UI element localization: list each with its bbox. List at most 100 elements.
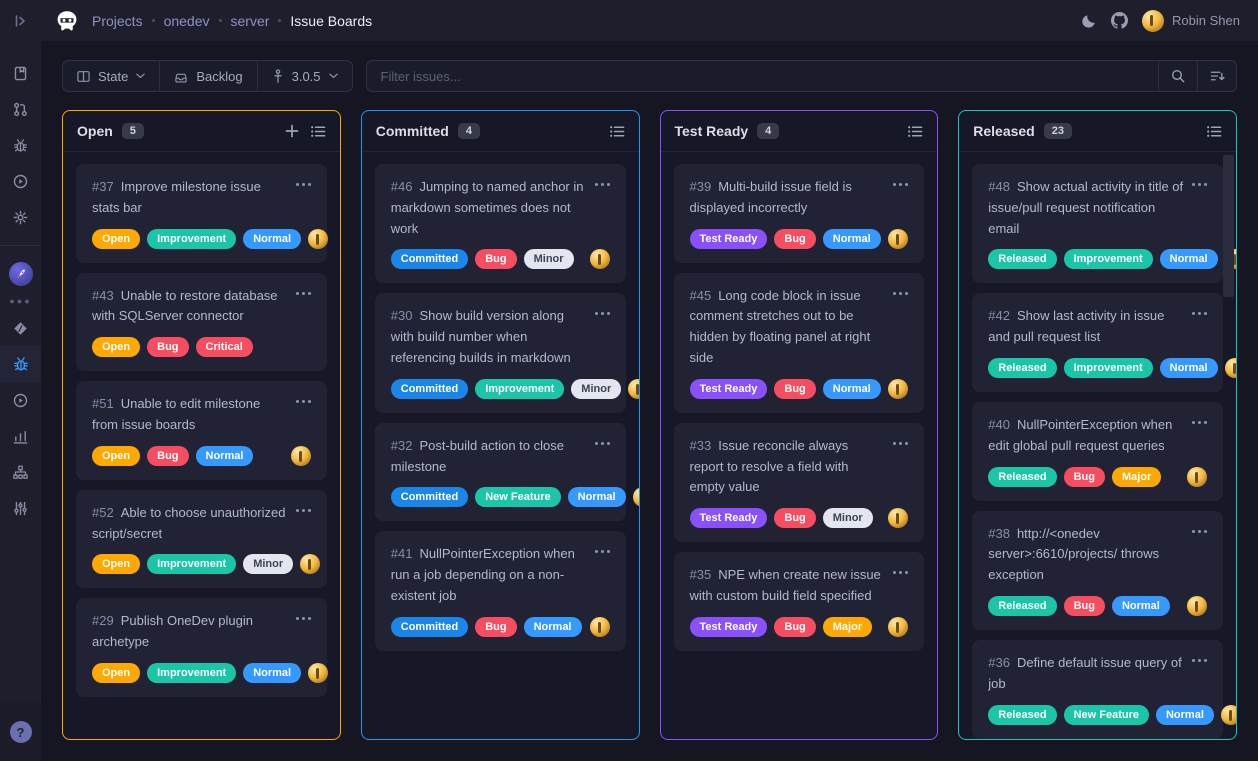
card-more-icon[interactable] <box>885 565 908 578</box>
left-rail: ●●● ? <box>0 0 41 761</box>
help-button[interactable]: ? <box>10 721 32 743</box>
label-pill-committed: Committed <box>391 617 468 637</box>
add-card-icon[interactable] <box>285 124 299 138</box>
user-menu[interactable]: Robin Shen <box>1142 10 1240 32</box>
label-pill-open: Open <box>92 663 140 683</box>
label-pill-test-ready: Test Ready <box>690 617 768 637</box>
issue-number: #45 <box>690 288 712 303</box>
label-pill-open: Open <box>92 446 140 466</box>
rail-item-project-builds[interactable] <box>0 382 41 418</box>
card-more-icon[interactable] <box>1184 177 1207 190</box>
filter-issues-input[interactable] <box>367 61 1158 91</box>
card-more-icon[interactable] <box>288 394 311 407</box>
assignee-avatar <box>888 379 908 399</box>
card-labels: ReleasedNew FeatureNormal <box>988 705 1207 725</box>
issue-number: #37 <box>92 179 114 194</box>
column-count-badge: 4 <box>757 123 779 139</box>
issue-card-45[interactable]: #45Long code block in issue comment stre… <box>674 273 925 413</box>
column-title: Released <box>973 123 1034 139</box>
issue-number: #39 <box>690 179 712 194</box>
sort-button[interactable] <box>1197 61 1236 91</box>
column-menu-icon[interactable] <box>311 125 326 138</box>
card-more-icon[interactable] <box>885 177 908 190</box>
card-head: #32Post-build action to close milestone <box>391 436 610 478</box>
issue-number: #38 <box>988 526 1010 541</box>
column-menu-icon[interactable] <box>1207 125 1222 138</box>
breadcrumb-onedev[interactable]: onedev <box>164 13 210 29</box>
card-title: #40NullPointerException when edit global… <box>988 415 1184 457</box>
breadcrumb-server[interactable]: server <box>231 13 270 29</box>
issue-card-36[interactable]: #36Define default issue query of job Rele… <box>972 640 1223 739</box>
issue-card-39[interactable]: #39Multi-build issue field is displayed … <box>674 164 925 263</box>
card-more-icon[interactable] <box>587 177 610 190</box>
rail-item-pull-requests[interactable] <box>0 91 41 127</box>
card-head: #29Publish OneDev plugin archetype <box>92 611 311 653</box>
card-more-icon[interactable] <box>587 544 610 557</box>
card-more-icon[interactable] <box>288 177 311 190</box>
issue-card-42[interactable]: #42Show last activity in issue and pull … <box>972 293 1223 392</box>
card-more-icon[interactable] <box>885 436 908 449</box>
github-icon[interactable] <box>1111 12 1128 29</box>
label-pill-released: Released <box>988 358 1056 378</box>
issue-card-51[interactable]: #51Unable to edit milestone from issue b… <box>76 381 327 480</box>
issue-card-29[interactable]: #29Publish OneDev plugin archetypeOpenIm… <box>76 598 327 697</box>
issue-card-46[interactable]: #46Jumping to named anchor in markdown s… <box>375 164 626 283</box>
column-scrollbar-thumb[interactable] <box>1223 155 1234 297</box>
issue-title: Unable to edit milestone from issue boar… <box>92 396 260 432</box>
card-more-icon[interactable] <box>288 286 311 299</box>
card-more-icon[interactable] <box>587 436 610 449</box>
issue-card-48[interactable]: #48Show actual activity in title of issu… <box>972 164 1223 283</box>
issue-card-43[interactable]: #43Unable to restore database with SQLSe… <box>76 273 327 372</box>
issue-card-37[interactable]: #37Improve milestone issue stats barOpen… <box>76 164 327 263</box>
issue-card-35[interactable]: #35NPE when create new issue with custom… <box>674 552 925 651</box>
card-more-icon[interactable] <box>288 611 311 624</box>
label-pill-bug: Bug <box>774 617 815 637</box>
issue-number: #36 <box>988 655 1010 670</box>
card-more-icon[interactable] <box>1184 653 1207 666</box>
rail-item-hierarchy[interactable] <box>0 454 41 490</box>
card-more-icon[interactable] <box>587 306 610 319</box>
issue-title: Define default issue query of job <box>988 655 1181 691</box>
column-menu-icon[interactable] <box>908 125 923 138</box>
issue-card-52[interactable]: #52Able to choose unauthorized script/se… <box>76 490 327 589</box>
dark-mode-moon-icon[interactable] <box>1081 13 1097 29</box>
sidebar-expand-icon[interactable] <box>0 0 41 41</box>
issue-card-38[interactable]: #38http://<onedev server>:6610/projects/… <box>972 511 1223 630</box>
onedev-logo-icon[interactable] <box>55 9 79 33</box>
milestone-dropdown[interactable]: 3.0.5 <box>257 61 352 91</box>
issue-card-32[interactable]: #32Post-build action to close milestoneC… <box>375 423 626 522</box>
rail-divider <box>0 245 41 246</box>
breadcrumb-projects[interactable]: Projects <box>92 13 143 29</box>
issue-title: Improve milestone issue stats bar <box>92 179 261 215</box>
label-pill-normal: Normal <box>1160 249 1218 269</box>
board-select-dropdown[interactable]: State <box>63 61 159 91</box>
rail-item-stats[interactable] <box>0 418 41 454</box>
card-more-icon[interactable] <box>1184 415 1207 428</box>
search-button[interactable] <box>1158 61 1197 91</box>
card-more-icon[interactable] <box>1184 524 1207 537</box>
backlog-button[interactable]: Backlog <box>159 61 256 91</box>
card-labels: Test ReadyBugNormal <box>690 379 909 399</box>
column-menu-icon[interactable] <box>610 125 625 138</box>
issue-title: Able to choose unauthorized script/secre… <box>92 505 286 541</box>
issue-title: Show last activity in issue and pull req… <box>988 308 1164 344</box>
rail-item-docs[interactable] <box>0 55 41 91</box>
card-title: #35NPE when create new issue with custom… <box>690 565 886 607</box>
card-more-icon[interactable] <box>1184 306 1207 319</box>
rail-project-avatar[interactable] <box>0 256 41 292</box>
card-more-icon[interactable] <box>288 503 311 516</box>
issue-number: #42 <box>988 308 1010 323</box>
rail-item-issues[interactable] <box>0 127 41 163</box>
issue-card-41[interactable]: #41NullPointerException when run a job d… <box>375 531 626 650</box>
rail-item-code[interactable] <box>0 310 41 346</box>
rail-item-project-issues-active[interactable] <box>0 346 41 382</box>
card-more-icon[interactable] <box>885 286 908 299</box>
issue-card-40[interactable]: #40NullPointerException when edit global… <box>972 402 1223 501</box>
rail-item-administration[interactable] <box>0 199 41 235</box>
issue-number: #30 <box>391 308 413 323</box>
issue-card-30[interactable]: #30Show build version along with build n… <box>375 293 626 412</box>
issue-card-33[interactable]: #33Issue reconcile always report to reso… <box>674 423 925 542</box>
rail-item-settings-sliders[interactable] <box>0 490 41 526</box>
breadcrumb-separator <box>278 19 281 22</box>
rail-item-builds[interactable] <box>0 163 41 199</box>
